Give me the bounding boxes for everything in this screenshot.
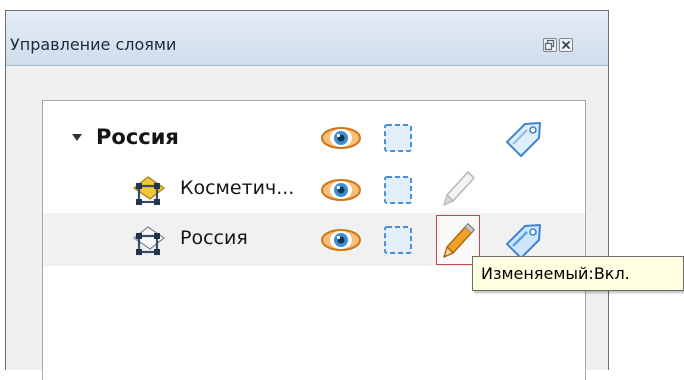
layer-label: Россия	[180, 227, 248, 249]
tree-group-row[interactable]: Россия	[43, 101, 585, 165]
layer-row[interactable]: Косметич...	[43, 165, 585, 213]
cosmetic-layer-icon	[132, 176, 166, 205]
label-tag-icon[interactable]	[503, 118, 545, 158]
eye-icon[interactable]	[320, 125, 362, 151]
float-icon	[544, 39, 555, 51]
expand-arrow-icon[interactable]	[71, 133, 83, 142]
float-button[interactable]	[543, 38, 557, 52]
selection-box-icon[interactable]	[382, 174, 414, 206]
eye-icon[interactable]	[320, 227, 362, 253]
close-button[interactable]	[559, 38, 573, 52]
panel-title: Управление слоями	[10, 35, 177, 54]
layer-label: Косметич...	[180, 177, 295, 199]
pencil-icon[interactable]	[441, 169, 477, 209]
layer-tree: Россия Косметич... Россия	[42, 100, 586, 380]
layer-manager-panel: Управление слоями Россия Косметич... Рос…	[5, 10, 609, 380]
label-tag-icon[interactable]	[503, 220, 545, 260]
eye-icon[interactable]	[320, 177, 362, 203]
selection-box-icon[interactable]	[382, 224, 414, 256]
map-layer-icon	[132, 226, 166, 255]
close-icon	[562, 41, 570, 49]
pencil-icon[interactable]	[441, 221, 477, 261]
selection-box-icon[interactable]	[382, 122, 414, 154]
group-label: Россия	[96, 125, 179, 149]
editable-tooltip: Изменяемый:Вкл.	[472, 256, 684, 291]
panel-titlebar[interactable]: Управление слоями	[6, 11, 608, 66]
